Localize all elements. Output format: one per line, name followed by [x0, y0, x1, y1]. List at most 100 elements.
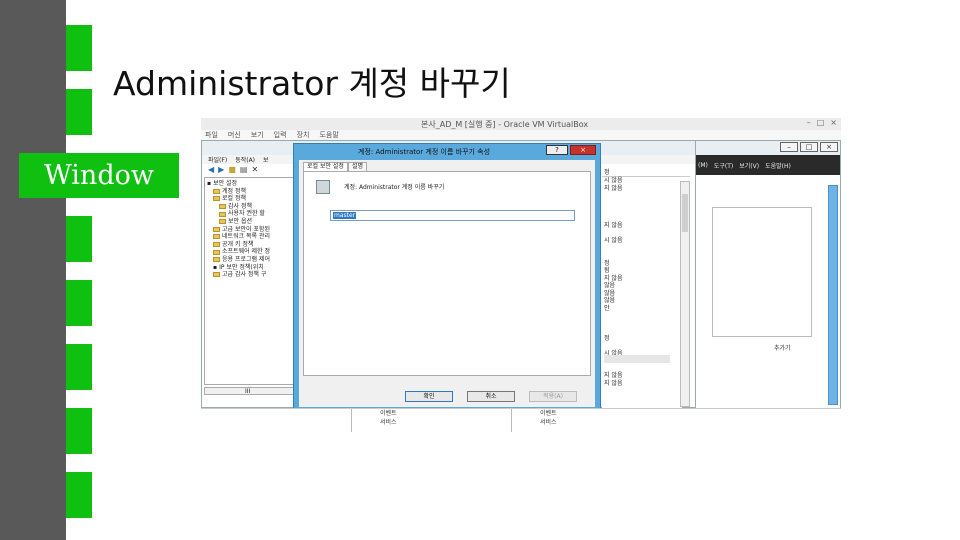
close-button[interactable]: ×	[570, 145, 596, 155]
list-item[interactable]: 않음	[602, 282, 682, 290]
green-accent-block	[66, 472, 92, 518]
list-item[interactable]	[602, 252, 682, 260]
tree-item[interactable]: 응용 프로그램 제어	[207, 256, 291, 264]
ok-button[interactable]: 확인	[405, 391, 453, 402]
vm-screenshot: 본사_AD_M [실행 중] - Oracle VM VirtualBox – …	[201, 118, 841, 432]
list-item[interactable]	[602, 207, 682, 215]
list-item[interactable]	[602, 215, 682, 223]
list-item[interactable]	[602, 365, 682, 373]
properties-dialog: 계정: Administrator 계정 이름 바꾸기 속성 ? × 로컬 보안…	[293, 143, 601, 412]
apply-button[interactable]: 적용(A)	[529, 391, 577, 402]
list-item[interactable]: 안	[602, 305, 682, 313]
scrollbar-thumb[interactable]	[682, 194, 688, 232]
list-item[interactable]: 정	[602, 260, 682, 268]
menu-help[interactable]: 도움말	[319, 130, 338, 140]
list-item[interactable]	[602, 200, 682, 208]
list-column-header[interactable]: 정	[602, 167, 690, 177]
account-name-input[interactable]: master	[330, 210, 575, 221]
tree-item[interactable]: 보안 옵션	[207, 218, 291, 226]
console-tree-icon[interactable]: ▤	[240, 165, 248, 174]
green-accent-block	[66, 408, 92, 454]
tree-item[interactable]: ▪ 보안 설정	[207, 180, 291, 188]
list-item[interactable]	[602, 342, 682, 350]
list-item[interactable]: 지 않음	[602, 185, 682, 193]
tree-item[interactable]: 네트워크 목록 관리	[207, 233, 291, 241]
folder-icon	[213, 234, 220, 240]
back-arrow-icon[interactable]: ◀	[208, 165, 214, 174]
menu-view[interactable]: 보기	[251, 130, 264, 140]
tab-panel: 계정: Administrator 계정 이름 바꾸기 master	[303, 171, 591, 376]
list-item[interactable]: 지 않음	[602, 275, 682, 283]
horizontal-scrollbar[interactable]: III	[204, 387, 294, 395]
tree-item[interactable]: 계정 정책	[207, 188, 291, 196]
folder-icon	[219, 219, 226, 225]
tab-local-security-setting[interactable]: 로컬 보안 설정	[303, 162, 348, 171]
shield-icon: ▪	[207, 180, 212, 187]
list-item[interactable]: 정	[602, 335, 682, 343]
menu-manage[interactable]: (M)	[698, 162, 708, 169]
menu-file[interactable]: 파일(F)	[208, 155, 227, 164]
maximize-button[interactable]: □	[800, 142, 818, 152]
server-manager-window: – □ × (M) 도구(T) 보기(V) 도움말(H) 추가기	[691, 140, 841, 432]
menu-input[interactable]: 입력	[274, 130, 287, 140]
delete-icon[interactable]: ✕	[251, 165, 258, 174]
ip-security-icon: ▪	[213, 263, 218, 271]
minimize-button[interactable]: –	[807, 118, 811, 127]
menu-action[interactable]: 동작(A)	[235, 155, 255, 164]
list-item[interactable]	[602, 192, 682, 200]
vertical-scrollbar[interactable]	[828, 185, 838, 405]
vertical-scrollbar[interactable]	[680, 181, 690, 407]
menu-view[interactable]: 보	[263, 155, 269, 164]
list-item[interactable]	[602, 245, 682, 253]
menu-view[interactable]: 보기(V)	[739, 161, 759, 170]
list-item[interactable]	[602, 327, 682, 335]
left-decoration-bar	[0, 0, 66, 540]
folder-up-icon[interactable]: ■	[228, 165, 236, 174]
list-item[interactable]	[602, 312, 682, 320]
green-accent-block	[66, 280, 92, 326]
menu-devices[interactable]: 장치	[297, 130, 310, 140]
vm-display: – □ × (M) 도구(T) 보기(V) 도움말(H) 추가기 파일(F) 동…	[201, 140, 841, 432]
maximize-button[interactable]: □	[817, 118, 825, 127]
list-item[interactable]	[602, 230, 682, 238]
close-button[interactable]: ×	[830, 118, 837, 127]
list-item[interactable]: 않음	[602, 290, 682, 298]
services-link[interactable]: 서비스	[540, 418, 671, 427]
services-link[interactable]: 서비스	[380, 418, 511, 427]
cancel-button[interactable]: 취소	[467, 391, 515, 402]
policy-label: 계정: Administrator 계정 이름 바꾸기	[344, 184, 445, 191]
slide: Window Administrator 계정 바꾸기 본사_AD_M [실행 …	[0, 0, 960, 540]
green-accent-block	[66, 344, 92, 390]
folder-icon	[213, 226, 220, 232]
tree-item[interactable]: 고급 감사 정책 구	[207, 271, 291, 279]
tree-item[interactable]: ▪ IP 보안 정책(위치	[207, 264, 291, 272]
list-item[interactable]: 지 않음	[602, 222, 682, 230]
selected-value: master	[333, 212, 357, 219]
menu-help[interactable]: 도움말(H)	[765, 161, 791, 170]
tree-item[interactable]: 로컬 정책	[207, 195, 291, 203]
menu-file[interactable]: 파일	[205, 130, 218, 140]
events-link[interactable]: 이벤트	[540, 409, 671, 418]
forward-arrow-icon[interactable]: ▶	[218, 165, 224, 174]
tree-item[interactable]: 사용자 권한 할	[207, 210, 291, 218]
tab-explain[interactable]: 설명	[347, 162, 367, 171]
list-item[interactable]: 지 않음	[602, 372, 682, 380]
more-link[interactable]: 추가기	[774, 343, 791, 352]
list-item[interactable]: 됨	[602, 267, 682, 275]
tree-item[interactable]: 소프트웨어 제한 정	[207, 248, 291, 256]
help-button[interactable]: ?	[546, 145, 568, 155]
dialog-buttons: 확인 취소 적용(A)	[405, 391, 577, 402]
events-link[interactable]: 이벤트	[380, 409, 511, 418]
list-item[interactable]: 지 않음	[602, 380, 682, 388]
minimize-button[interactable]: –	[780, 142, 798, 152]
dialog-titlebar: 계정: Administrator 계정 이름 바꾸기 속성 ? ×	[294, 144, 600, 158]
list-item[interactable]: 시 않음	[602, 177, 682, 185]
folder-icon	[213, 249, 220, 255]
dialog-body: 로컬 보안 설정 설명 계정: Administrator 계정 이름 바꾸기 …	[299, 160, 595, 407]
menu-tools[interactable]: 도구(T)	[714, 161, 733, 170]
list-item[interactable]: 않음	[602, 297, 682, 305]
menu-machine[interactable]: 머신	[228, 130, 241, 140]
list-item[interactable]	[602, 320, 682, 328]
list-item[interactable]: 시 않음	[602, 237, 682, 245]
close-button[interactable]: ×	[820, 142, 838, 152]
